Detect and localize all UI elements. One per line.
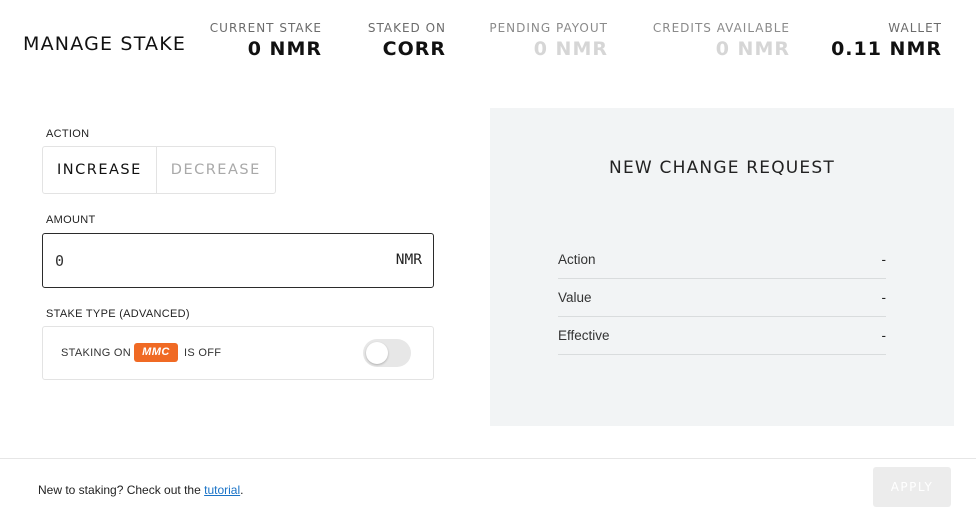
mmc-toggle[interactable] [363, 339, 411, 367]
stat-value: 0 NMR [533, 38, 608, 60]
row-label: Value [558, 290, 592, 305]
toggle-knob [366, 342, 388, 364]
increase-option[interactable]: INCREASE [43, 147, 157, 193]
footer-help: New to staking? Check out the tutorial. [38, 483, 243, 497]
stat-value: 0 NMR [715, 38, 790, 60]
stake-type-box: STAKING ON MMC IS OFF [42, 326, 434, 380]
stat-label: CREDITS AVAILABLE [652, 21, 790, 35]
stat-label: WALLET [888, 21, 942, 35]
row-value: - [881, 252, 887, 267]
row-value: - [881, 290, 887, 305]
stat-label: CURRENT STAKE [209, 21, 322, 35]
row-label: Action [558, 252, 596, 267]
staking-on-text: STAKING ON [61, 347, 132, 359]
stat-value: CORR [382, 38, 446, 60]
stat-value: 0.11 NMR [831, 38, 942, 60]
action-segmented-control: INCREASE DECREASE [42, 146, 276, 194]
summary-row-effective: Effective - [558, 317, 886, 355]
stat-current-stake: CURRENT STAKE 0 NMR [210, 21, 322, 60]
footer-help-text: New to staking? Check out the [38, 483, 201, 497]
mmc-badge: MMC [134, 343, 178, 362]
stake-type-label: STAKE TYPE (ADVANCED) [46, 308, 190, 320]
stat-credits-available: CREDITS AVAILABLE 0 NMR [653, 21, 790, 60]
amount-field: NMR [42, 233, 434, 288]
is-off-text: IS OFF [184, 347, 222, 359]
amount-label: AMOUNT [46, 214, 96, 226]
tutorial-link[interactable]: tutorial [204, 483, 240, 497]
action-label: ACTION [46, 128, 90, 140]
footer-period: . [240, 483, 244, 497]
page-title: MANAGE STAKE [23, 33, 187, 55]
row-label: Effective [558, 328, 610, 343]
summary-row-action: Action - [558, 241, 886, 279]
change-request-panel: NEW CHANGE REQUEST Action - Value - Effe… [490, 108, 954, 426]
stat-staked-on: STAKED ON CORR [368, 21, 446, 60]
apply-button[interactable]: APPLY [873, 467, 951, 507]
panel-title: NEW CHANGE REQUEST [609, 158, 835, 178]
stat-label: STAKED ON [367, 21, 446, 35]
stat-value: 0 NMR [247, 38, 322, 60]
stat-label: PENDING PAYOUT [489, 21, 608, 35]
footer-divider [0, 458, 976, 459]
decrease-option[interactable]: DECREASE [157, 147, 275, 193]
row-value: - [881, 328, 887, 343]
stat-pending-payout: PENDING PAYOUT 0 NMR [489, 21, 608, 60]
amount-input[interactable] [55, 234, 355, 287]
amount-unit: NMR [395, 252, 422, 268]
summary-row-value: Value - [558, 279, 886, 317]
stat-wallet: WALLET 0.11 NMR [831, 21, 942, 60]
